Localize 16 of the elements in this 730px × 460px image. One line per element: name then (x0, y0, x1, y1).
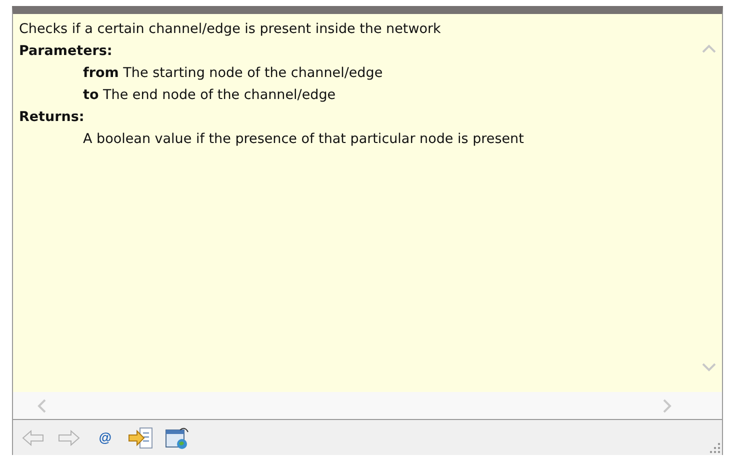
scroll-right-icon[interactable] (663, 398, 672, 412)
window-globe-icon (164, 426, 190, 450)
javadoc-button[interactable]: @ (91, 424, 119, 452)
scroll-left-icon[interactable] (37, 398, 46, 412)
arrow-document-icon (128, 426, 154, 448)
scroll-up-icon[interactable] (702, 44, 716, 53)
summary-text: Checks if a certain channel/edge is present inside the network (19, 20, 442, 39)
section-heading: Parameters: (19, 42, 114, 61)
resize-grip-icon[interactable] (710, 443, 720, 453)
description-text: A boolean value if the presence of that particular node is present (82, 130, 525, 149)
right-arrow-icon (58, 430, 80, 446)
description-text: from The starting node of the channel/edge (82, 64, 384, 83)
scroll-down-icon[interactable] (702, 363, 716, 372)
left-arrow-icon (22, 430, 44, 446)
description-text: to The end node of the channel/edge (82, 86, 337, 105)
section-heading: Returns: (19, 108, 86, 127)
